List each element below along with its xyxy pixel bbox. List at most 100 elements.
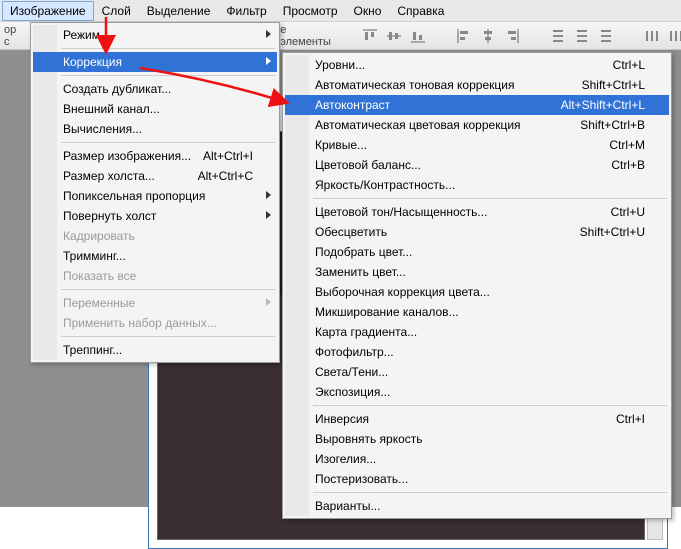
menu-item-threshold[interactable]: Изогелия... xyxy=(285,449,669,469)
menu-sep xyxy=(313,405,667,406)
menu-shortcut: Ctrl+U xyxy=(611,205,645,219)
menubar-item-filter[interactable]: Фильтр xyxy=(218,1,274,21)
menu-item-color-balance[interactable]: Цветовой баланс... Ctrl+B xyxy=(285,155,669,175)
menu-label: Света/Тени... xyxy=(315,365,388,379)
menu-label: Показать все xyxy=(63,269,136,283)
menu-item-auto-color[interactable]: Автоматическая цветовая коррекцияShift+C… xyxy=(285,115,669,135)
align-left-icon[interactable] xyxy=(453,25,475,47)
adjustments-submenu: Уровни...Ctrl+L Автоматическая тоновая к… xyxy=(282,52,672,519)
menu-item-match-color[interactable]: Подобрать цвет... xyxy=(285,242,669,262)
menu-item-curves[interactable]: Кривые... Ctrl+M xyxy=(285,135,669,155)
menubar-item-selection[interactable]: Выделение xyxy=(139,1,219,21)
menu-shortcut: Alt+Ctrl+C xyxy=(198,169,253,183)
distribute-bottom-icon[interactable] xyxy=(595,25,617,47)
menu-label: Карта градиента... xyxy=(315,325,417,339)
menu-item-variables: Переменные xyxy=(33,293,277,313)
menu-label: Варианты... xyxy=(315,499,380,513)
menu-item-trap[interactable]: Треппинг... xyxy=(33,340,277,360)
distribute-vcenter-icon[interactable] xyxy=(571,25,593,47)
align-bottom-icon[interactable] xyxy=(407,25,429,47)
menubar-item-layer[interactable]: Слой xyxy=(94,1,139,21)
menubar: Изображение Слой Выделение Фильтр Просмо… xyxy=(0,0,681,22)
distribute-left-icon[interactable] xyxy=(641,25,663,47)
submenu-arrow-icon xyxy=(266,211,271,219)
menu-item-photo-filter[interactable]: Фотофильтр... xyxy=(285,342,669,362)
menu-label: Экспозиция... xyxy=(315,385,390,399)
menu-label: Создать дубликат... xyxy=(63,82,171,96)
menu-item-auto-contrast[interactable]: АвтоконтрастAlt+Shift+Ctrl+L xyxy=(285,95,669,115)
align-right-icon[interactable] xyxy=(501,25,523,47)
menu-item-apply-image[interactable]: Внешний канал... xyxy=(33,99,277,119)
menu-item-shadow-highlight[interactable]: Света/Тени... xyxy=(285,362,669,382)
menu-item-channel-mixer[interactable]: Микширование каналов... xyxy=(285,302,669,322)
align-top-icon[interactable] xyxy=(359,25,381,47)
menu-item-mode[interactable]: Режим xyxy=(33,25,277,45)
menubar-item-view[interactable]: Просмотр xyxy=(275,1,346,21)
menu-item-adjustments[interactable]: Коррекция xyxy=(33,52,277,72)
menu-label: Вычисления... xyxy=(63,122,142,136)
menu-label: Внешний канал... xyxy=(63,102,160,116)
menu-label: Коррекция xyxy=(63,55,122,69)
menu-shortcut: Ctrl+I xyxy=(616,412,645,426)
menu-item-replace-color[interactable]: Заменить цвет... xyxy=(285,262,669,282)
menu-shortcut: Alt+Ctrl+I xyxy=(203,149,253,163)
menu-label: Выровнять яркость xyxy=(315,432,423,446)
align-group xyxy=(359,25,429,47)
menu-item-reveal-all: Показать все xyxy=(33,266,277,286)
menu-item-trim[interactable]: Тримминг... xyxy=(33,246,277,266)
menu-sep xyxy=(61,289,275,290)
menu-label: Переменные xyxy=(63,296,135,310)
menu-item-invert[interactable]: Инверсия Ctrl+I xyxy=(285,409,669,429)
menu-shortcut: Ctrl+L xyxy=(613,58,645,72)
menubar-item-help[interactable]: Справка xyxy=(389,1,452,21)
menu-item-crop: Кадрировать xyxy=(33,226,277,246)
menubar-item-window[interactable]: Окно xyxy=(346,1,390,21)
menu-item-image-size[interactable]: Размер изображения...Alt+Ctrl+I xyxy=(33,146,277,166)
menu-sep xyxy=(313,492,667,493)
menu-label: Яркость/Контрастность... xyxy=(315,178,455,192)
menu-label: Автоматическая цветовая коррекция xyxy=(315,118,521,132)
optbar-trunc-mid: е элементы xyxy=(280,24,335,48)
menu-shortcut: Ctrl+M xyxy=(609,138,645,152)
menu-item-duplicate[interactable]: Создать дубликат... xyxy=(33,79,277,99)
menu-label: Инверсия xyxy=(315,412,369,426)
submenu-arrow-icon xyxy=(266,57,271,65)
menu-label: Цветовой тон/Насыщенность... xyxy=(315,205,487,219)
align-vcenter-icon[interactable] xyxy=(383,25,405,47)
menu-item-calculations[interactable]: Вычисления... xyxy=(33,119,277,139)
menu-item-exposure[interactable]: Экспозиция... xyxy=(285,382,669,402)
menu-label: Автоматическая тоновая коррекция xyxy=(315,78,514,92)
menu-item-hue-saturation[interactable]: Цветовой тон/Насыщенность... Ctrl+U xyxy=(285,202,669,222)
menu-item-brightness-contrast[interactable]: Яркость/Контрастность... xyxy=(285,175,669,195)
menu-label: Кривые... xyxy=(315,138,367,152)
menu-sep xyxy=(61,75,275,76)
menu-label: Цветовой баланс... xyxy=(315,158,421,172)
menu-item-desaturate[interactable]: ОбесцветитьShift+Ctrl+U xyxy=(285,222,669,242)
menu-item-gradient-map[interactable]: Карта градиента... xyxy=(285,322,669,342)
submenu-arrow-icon xyxy=(266,30,271,38)
menu-item-levels[interactable]: Уровни...Ctrl+L xyxy=(285,55,669,75)
menu-label: Изогелия... xyxy=(315,452,376,466)
menu-item-auto-levels[interactable]: Автоматическая тоновая коррекцияShift+Ct… xyxy=(285,75,669,95)
menu-shortcut: Ctrl+B xyxy=(611,158,645,172)
menu-label: Применить набор данных... xyxy=(63,316,217,330)
distribute-hcenter-icon[interactable] xyxy=(665,25,681,47)
optbar-trunc-left: ор с xyxy=(4,24,20,48)
menu-item-pixel-aspect[interactable]: Попиксельная пропорция xyxy=(33,186,277,206)
menu-item-canvas-size[interactable]: Размер холста...Alt+Ctrl+C xyxy=(33,166,277,186)
menu-sep xyxy=(61,48,275,49)
menubar-item-image[interactable]: Изображение xyxy=(2,1,94,21)
menu-shortcut: Alt+Shift+Ctrl+L xyxy=(561,98,645,112)
align-h-group xyxy=(453,25,523,47)
align-hcenter-icon[interactable] xyxy=(477,25,499,47)
menu-label: Заменить цвет... xyxy=(315,265,406,279)
menu-item-rotate-canvas[interactable]: Повернуть холст xyxy=(33,206,277,226)
menu-item-posterize[interactable]: Постеризовать... xyxy=(285,469,669,489)
distribute-top-icon[interactable] xyxy=(547,25,569,47)
submenu-arrow-icon xyxy=(266,298,271,306)
menu-item-variations[interactable]: Варианты... xyxy=(285,496,669,516)
menu-item-selective-color[interactable]: Выборочная коррекция цвета... xyxy=(285,282,669,302)
menu-item-equalize[interactable]: Выровнять яркость xyxy=(285,429,669,449)
menu-label: Режим xyxy=(63,28,100,42)
menu-label: Подобрать цвет... xyxy=(315,245,412,259)
